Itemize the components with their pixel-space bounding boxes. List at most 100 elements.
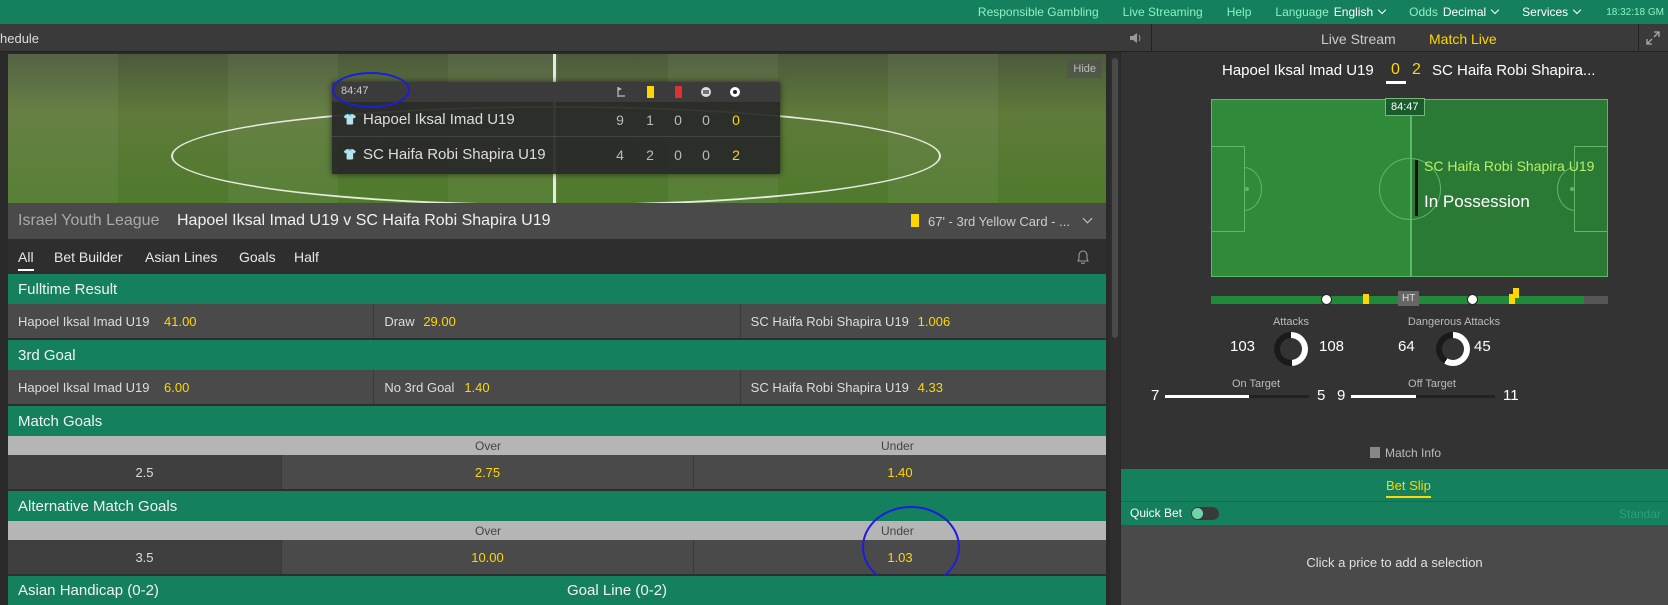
on-target-stat: On Target 7 5	[1151, 378, 1341, 408]
tab-all[interactable]: All	[18, 249, 34, 271]
selection-price: 29.00	[423, 314, 456, 329]
tab-asian-lines[interactable]: Asian Lines	[145, 249, 217, 265]
red-card-icon	[675, 86, 682, 98]
off-target-stat: Off Target 9 11	[1337, 378, 1527, 408]
corner-flag-icon	[617, 87, 625, 97]
goal-ball-icon	[730, 87, 740, 97]
market-header-fulltime[interactable]: Fulltime Result	[8, 274, 1106, 304]
away-goals: 2	[732, 147, 740, 163]
latest-event[interactable]: 67' - 3rd Yellow Card - ...	[928, 214, 1070, 229]
selection-price: 1.006	[917, 314, 951, 329]
selection-over[interactable]: 2.75	[281, 455, 693, 489]
attacks-home: 103	[1230, 338, 1256, 355]
goal-ball-icon	[1467, 294, 1478, 305]
attacks-donut	[1274, 332, 1308, 366]
match-timeline: HT	[1211, 288, 1608, 306]
selection-name: Hapoel Iksal Imad U19	[18, 314, 150, 329]
possession-team: SC Haifa Robi Shapira U19	[1424, 158, 1595, 174]
match-info-link[interactable]: Match Info	[1370, 446, 1441, 460]
standard-tab[interactable]: Standar	[1619, 507, 1661, 521]
attacks-label: Attacks	[1272, 316, 1310, 328]
help-link[interactable]: Help	[1227, 5, 1252, 19]
dangerous-attacks-home: 64	[1398, 338, 1415, 355]
odds-value: Decimal	[1442, 5, 1487, 19]
pitch-stripe	[888, 54, 998, 203]
selection-away[interactable]: SC Haifa Robi Shapira U19 1.006	[741, 304, 1106, 338]
over-under-row: 3.5 10.00 1.03	[8, 540, 1106, 574]
on-target-bar-fill	[1165, 395, 1249, 398]
home-subs: 0	[702, 112, 710, 128]
donut-hole	[1280, 338, 1302, 360]
scrollbar[interactable]	[1110, 54, 1120, 605]
asian-handicap-header[interactable]: Asian Handicap (0-2)	[18, 582, 159, 599]
over-under-row: 2.5 2.75 1.40	[8, 455, 1106, 489]
selection-name: Draw	[384, 314, 415, 329]
dangerous-attacks-stat: Dangerous Attacks 64 45	[1379, 316, 1529, 366]
selection-under[interactable]: 1.40	[693, 455, 1106, 489]
league-name[interactable]: Israel Youth League	[18, 212, 159, 230]
selection-price: 1.40	[887, 465, 913, 480]
on-target-label: On Target	[1231, 378, 1281, 390]
market-title: Fulltime Result	[18, 281, 118, 298]
goal-line-header[interactable]: Goal Line (0-2)	[567, 582, 667, 599]
off-target-label: Off Target	[1408, 378, 1456, 390]
schedule-link[interactable]: hedule	[0, 31, 39, 46]
language-label: Language	[1275, 5, 1329, 19]
divider	[1151, 24, 1152, 52]
chevron-down-icon	[1377, 5, 1387, 15]
selection-no-goal[interactable]: No 3rd Goal 1.40	[374, 370, 741, 404]
tab-live-stream[interactable]: Live Stream	[1321, 31, 1396, 47]
scoreboard-header: 84:47	[332, 82, 780, 102]
yellow-card-icon	[911, 214, 919, 227]
quick-bet-label: Quick Bet	[1130, 506, 1183, 520]
info-icon	[1370, 447, 1380, 458]
market-header-match-goals[interactable]: Match Goals	[8, 406, 1106, 436]
possession-state: In Possession	[1424, 192, 1530, 211]
divider	[1638, 24, 1639, 52]
market-title: Match Goals	[18, 413, 103, 430]
selection-under[interactable]: 1.03	[693, 540, 1106, 574]
market-header-third-goal[interactable]: 3rd Goal	[8, 340, 1106, 370]
odds-format-select[interactable]: Decimal	[1442, 5, 1500, 19]
away-subs: 0	[702, 147, 710, 163]
away-shirt-icon: 👕	[343, 149, 357, 161]
dangerous-attacks-donut	[1436, 332, 1470, 366]
match-live-header: Hapoel Iksal Imad U19 0 2 SC Haifa Robi …	[1121, 60, 1668, 84]
speaker-icon[interactable]	[1129, 32, 1143, 44]
away-team-name: SC Haifa Robi Shapira...	[1432, 62, 1596, 79]
hide-button[interactable]: Hide	[1067, 60, 1102, 78]
tab-bet-builder[interactable]: Bet Builder	[54, 249, 122, 265]
penalty-spot-left	[1245, 187, 1249, 191]
goal-line-value: 3.5	[135, 550, 154, 565]
tab-half[interactable]: Half	[294, 249, 319, 265]
on-target-away: 5	[1317, 387, 1326, 404]
services-menu[interactable]: Services	[1522, 5, 1582, 19]
market-row-third-goal: Hapoel Iksal Imad U19 6.00 No 3rd Goal 1.4…	[8, 370, 1106, 404]
selection-draw[interactable]: Draw 29.00	[374, 304, 741, 338]
selection-over[interactable]: 10.00	[281, 540, 693, 574]
market-header-alt-match-goals[interactable]: Alternative Match Goals	[8, 491, 1106, 521]
expand-icon[interactable]	[1646, 31, 1660, 45]
live-streaming-link[interactable]: Live Streaming	[1123, 5, 1203, 19]
language-select[interactable]: English	[1334, 5, 1387, 19]
bell-icon[interactable]	[1077, 250, 1089, 264]
scrollbar-thumb[interactable]	[1112, 58, 1118, 338]
dangerous-attacks-label: Dangerous Attacks	[1407, 316, 1501, 328]
selection-home[interactable]: Hapoel Iksal Imad U19 41.00	[8, 304, 375, 338]
selection-away[interactable]: SC Haifa Robi Shapira U19 4.33	[741, 370, 1106, 404]
goal-line-value: 2.5	[135, 465, 154, 480]
quick-bet-toggle[interactable]	[1191, 507, 1219, 520]
tab-match-live[interactable]: Match Live	[1429, 31, 1497, 47]
tab-goals[interactable]: Goals	[239, 249, 276, 265]
dangerous-attacks-away: 45	[1474, 338, 1491, 355]
selection-name: SC Haifa Robi Shapira U19	[750, 314, 909, 329]
away-corners: 4	[616, 147, 624, 163]
selection-home[interactable]: Hapoel Iksal Imad U19 6.00	[8, 370, 375, 404]
chevron-down-icon[interactable]	[1082, 213, 1093, 224]
market-title: Alternative Match Goals	[18, 498, 178, 515]
bet-slip-tab[interactable]: Bet Slip	[1386, 478, 1431, 498]
responsible-gambling-link[interactable]: Responsible Gambling	[978, 5, 1099, 19]
selection-price: 10.00	[471, 550, 504, 565]
quick-bet-row: Quick Bet Standar	[1121, 501, 1668, 525]
scoreboard-away-row: 👕 SC Haifa Robi Shapira U19 4 2 0 0 2	[332, 137, 780, 172]
